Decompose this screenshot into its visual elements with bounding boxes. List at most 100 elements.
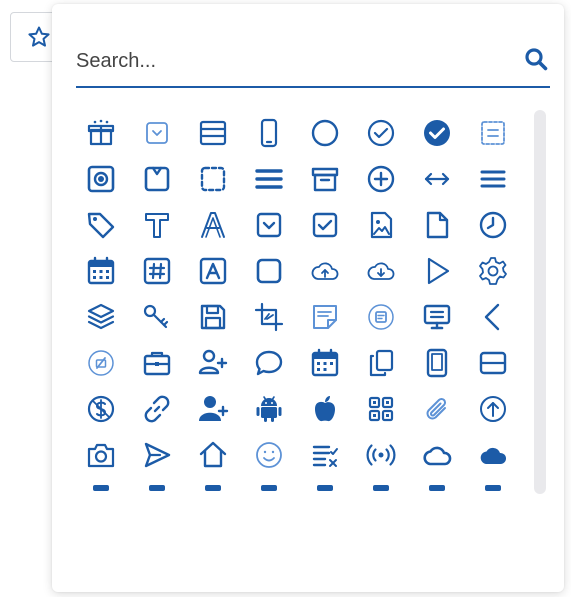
- dropdown-square-icon: [256, 212, 282, 238]
- icon-option[interactable]: [468, 384, 518, 434]
- icon-option[interactable]: [244, 384, 294, 434]
- icon-option[interactable]: [300, 338, 350, 388]
- icon-option[interactable]: [300, 200, 350, 250]
- icon-option[interactable]: [356, 200, 406, 250]
- icon-option[interactable]: [468, 430, 518, 480]
- icon-option[interactable]: [244, 338, 294, 388]
- icon-option[interactable]: [412, 476, 462, 526]
- grid-scrollbar[interactable]: [534, 110, 546, 494]
- plus-circle-icon: [367, 165, 395, 193]
- icon-option[interactable]: [300, 154, 350, 204]
- dashed-square-icon: [200, 166, 226, 192]
- icon-option[interactable]: [300, 108, 350, 158]
- monitor-icon: [423, 304, 451, 330]
- icon-option[interactable]: [468, 200, 518, 250]
- icon-option[interactable]: [244, 476, 294, 526]
- cloud-upload-icon: [311, 262, 339, 280]
- icon-option[interactable]: [412, 246, 462, 296]
- icon-option[interactable]: [300, 476, 350, 526]
- radio-button-square-icon: [87, 165, 115, 193]
- a-square-icon: [199, 257, 227, 285]
- icon-option[interactable]: [76, 384, 126, 434]
- icon-option[interactable]: [188, 200, 238, 250]
- icon-option[interactable]: [132, 154, 182, 204]
- icon-option[interactable]: [132, 430, 182, 480]
- icon-option[interactable]: [356, 292, 406, 342]
- tag-icon: [87, 212, 115, 239]
- note-icon: [313, 305, 337, 329]
- icon-option[interactable]: [300, 246, 350, 296]
- icon-option[interactable]: [76, 108, 126, 158]
- icon-option[interactable]: [132, 476, 182, 526]
- note-circle-icon: [368, 304, 394, 330]
- home-icon: [199, 441, 227, 468]
- icon-option[interactable]: [412, 154, 462, 204]
- gear-icon: [479, 257, 507, 285]
- icon-option[interactable]: [468, 292, 518, 342]
- icon-option[interactable]: [300, 292, 350, 342]
- icon-option[interactable]: [132, 246, 182, 296]
- icon-option[interactable]: [76, 154, 126, 204]
- icon-option[interactable]: [356, 338, 406, 388]
- icon-option[interactable]: [188, 430, 238, 480]
- icon-option[interactable]: [356, 476, 406, 526]
- calendar-icon: [87, 256, 115, 285]
- icon-option[interactable]: [412, 108, 462, 158]
- icon-option[interactable]: [412, 338, 462, 388]
- icon-option[interactable]: [356, 384, 406, 434]
- icon-option[interactable]: [244, 108, 294, 158]
- icon-option[interactable]: [76, 292, 126, 342]
- icon-option[interactable]: [356, 154, 406, 204]
- icon-option[interactable]: [76, 430, 126, 480]
- icon-option[interactable]: [412, 200, 462, 250]
- icon-option[interactable]: [468, 154, 518, 204]
- icon-option[interactable]: [412, 430, 462, 480]
- text-a-icon: [201, 212, 225, 238]
- icon-option[interactable]: [188, 338, 238, 388]
- icon-option[interactable]: [188, 108, 238, 158]
- icon-option[interactable]: [468, 476, 518, 526]
- icon-option[interactable]: [76, 476, 126, 526]
- icon-option[interactable]: [244, 154, 294, 204]
- icon-option[interactable]: [300, 384, 350, 434]
- icon-option[interactable]: [132, 108, 182, 158]
- floppy-save-icon: [200, 304, 226, 330]
- icon-option[interactable]: [356, 430, 406, 480]
- icon-option[interactable]: [188, 246, 238, 296]
- icon-option[interactable]: [188, 292, 238, 342]
- icon-option[interactable]: [132, 292, 182, 342]
- search-bar: [76, 38, 550, 88]
- icon-option[interactable]: [244, 200, 294, 250]
- icon-option[interactable]: [76, 338, 126, 388]
- icon-option[interactable]: [188, 476, 238, 526]
- icon-option[interactable]: [244, 292, 294, 342]
- icon-option[interactable]: [188, 384, 238, 434]
- search-icon[interactable]: [524, 47, 548, 76]
- layers-icon: [87, 303, 115, 330]
- icon-option[interactable]: [356, 108, 406, 158]
- icon-option[interactable]: [468, 338, 518, 388]
- icon-option[interactable]: [132, 384, 182, 434]
- apple-icon: [315, 396, 335, 422]
- partial-icon: [317, 485, 333, 491]
- icon-option[interactable]: [300, 430, 350, 480]
- icon-option[interactable]: [76, 246, 126, 296]
- icon-picker-popup: [52, 4, 564, 592]
- icon-option[interactable]: [356, 246, 406, 296]
- add-user-icon: [198, 349, 228, 375]
- blank-file-icon: [426, 211, 449, 239]
- icon-option[interactable]: [132, 200, 182, 250]
- icon-option[interactable]: [412, 384, 462, 434]
- icon-option[interactable]: [244, 430, 294, 480]
- icon-option[interactable]: [468, 246, 518, 296]
- clock-icon: [479, 211, 507, 239]
- icon-grid: [76, 108, 522, 578]
- icon-option[interactable]: [412, 292, 462, 342]
- icon-option[interactable]: [132, 338, 182, 388]
- search-input[interactable]: [76, 44, 496, 78]
- icon-option[interactable]: [188, 154, 238, 204]
- hamburger-lines-icon: [480, 170, 506, 188]
- icon-option[interactable]: [244, 246, 294, 296]
- icon-option[interactable]: [468, 108, 518, 158]
- icon-option[interactable]: [76, 200, 126, 250]
